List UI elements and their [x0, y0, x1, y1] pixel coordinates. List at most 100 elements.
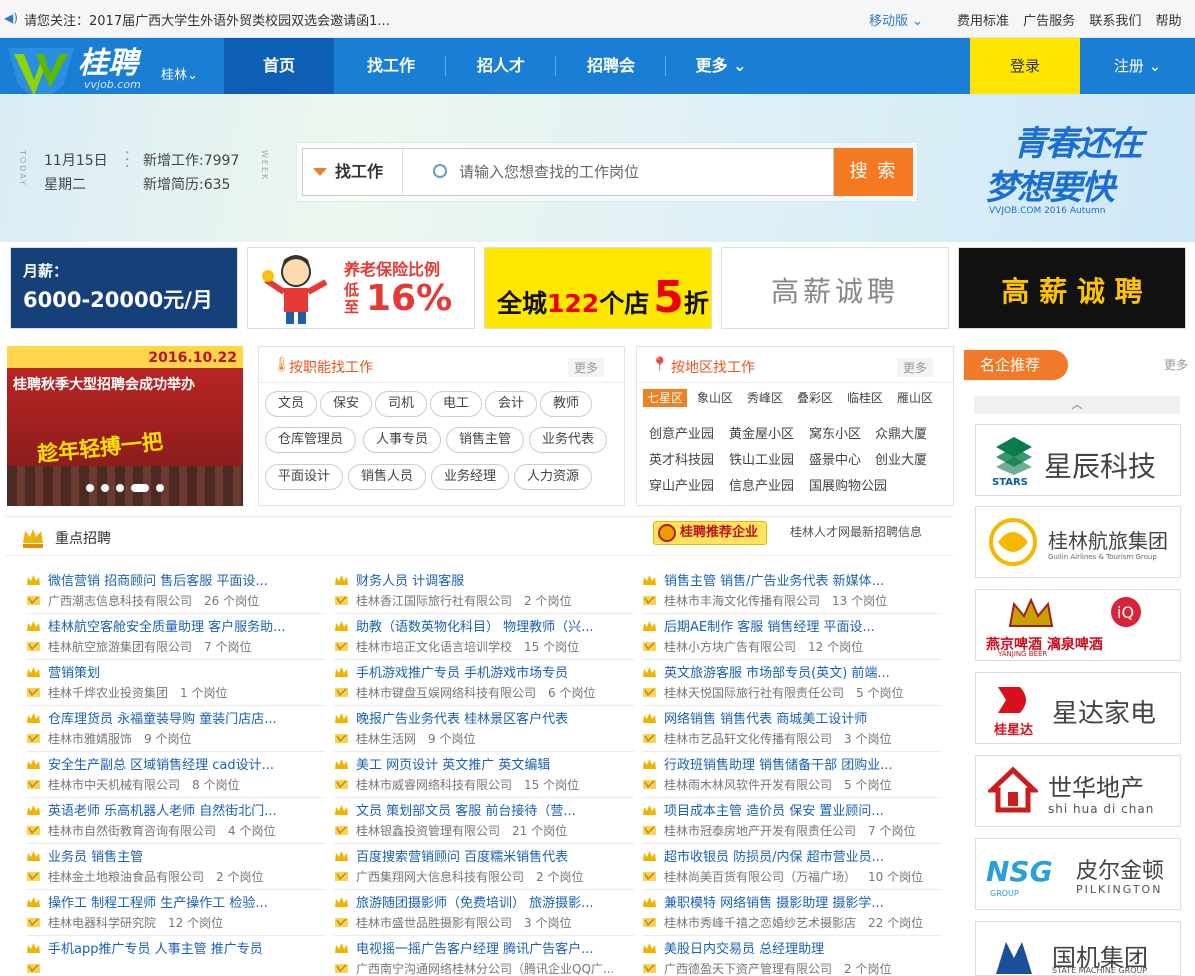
job-titles[interactable]: 营销策划 — [48, 662, 328, 681]
job-titles[interactable]: 行政班销售助理 销售储备干部 团购业... — [664, 754, 944, 773]
job-titles[interactable]: 手机app推广专员 人事主管 推广专员 — [48, 938, 328, 957]
job-titles[interactable]: 业务员 销售主管 — [48, 846, 328, 865]
company-name[interactable]: 广西潮志信息科技有限公司 — [48, 594, 192, 608]
pricing-link[interactable]: 费用标准 — [957, 14, 1009, 29]
function-tag[interactable]: 业务经理 — [431, 464, 510, 490]
scroll-up-icon[interactable]: ︿ — [974, 396, 1180, 414]
place-link[interactable]: 穿山产业园 — [649, 475, 714, 494]
company-name[interactable]: 桂林市培正文化语言培训学校 — [356, 640, 512, 654]
job-item[interactable]: 微信营销 招商顾问 售后客服 平面设... 广西潮志信息科技有限公司 26 个岗位 — [26, 568, 326, 614]
place-link[interactable]: 创意产业园 — [649, 423, 714, 442]
job-item[interactable]: 业务员 销售主管 桂林金土地粮油食品有限公司 2 个岗位 — [26, 844, 326, 890]
company-name[interactable]: 广西南宁沟通网络桂林分公司（腾讯企业QQ广... — [356, 962, 614, 976]
job-titles[interactable]: 仓库理货员 永福童装导购 童装门店店... — [48, 708, 328, 727]
function-tag[interactable]: 销售人员 — [348, 464, 427, 490]
job-titles[interactable]: 旅游随团摄影师（免费培训） 旅游摄影... — [356, 892, 636, 911]
company-name[interactable]: 桂林金土地粮油食品有限公司 — [48, 870, 204, 884]
ad-salary[interactable]: 月薪： 6000-20000元/月 — [10, 247, 238, 329]
job-item[interactable]: 美股日内交易员 总经理助理 广西德盈天下资产管理有限公司 2 个岗位 — [642, 936, 942, 976]
login-button[interactable]: 登录 — [970, 38, 1080, 94]
search-type-select[interactable]: 找工作 — [302, 148, 402, 196]
job-item[interactable]: 手机app推广专员 人事主管 推广专员 — [26, 936, 326, 976]
job-item[interactable]: 旅游随团摄影师（免费培训） 旅游摄影... 桂林市盛世品胜摄影有限公司 3 个岗位 — [334, 890, 634, 936]
company-name[interactable]: 桂林电器科学研究院 — [48, 916, 156, 930]
company-name[interactable]: 桂林银鑫投资管理有限公司 — [356, 824, 500, 838]
job-item[interactable]: 财务人员 计调客服 桂林香江国际旅行社有限公司 2 个岗位 — [334, 568, 634, 614]
job-titles[interactable]: 桂林航空客舱安全质量助理 客户服务助... — [48, 616, 328, 635]
nav-job-fair[interactable]: 招聘会 — [556, 38, 666, 94]
job-item[interactable]: 营销策划 桂林千烨农业投资集团 1 个岗位 — [26, 660, 326, 706]
ad-pension[interactable]: 养老保险比例 低至 16% — [247, 247, 475, 329]
district-tab[interactable]: 秀峰区 — [743, 389, 787, 407]
company-name[interactable]: 桂林市艺品轩文化传播有限公司 — [664, 732, 832, 746]
job-titles[interactable]: 文员 策划部文员 客服 前台接待（营... — [356, 800, 636, 819]
function-tag[interactable]: 保安 — [320, 391, 373, 417]
company-name[interactable]: 桂林市冠泰房地产开发有限责任公司 — [664, 824, 856, 838]
function-tag[interactable]: 业务代表 — [529, 427, 608, 453]
job-item[interactable]: 项目成本主管 造价员 保安 置业顾问... 桂林市冠泰房地产开发有限责任公司 7 个… — [642, 798, 942, 844]
company-name[interactable]: 桂林市自然街教育咨询有限公司 — [48, 824, 216, 838]
function-tag[interactable]: 销售主管 — [446, 427, 525, 453]
function-tag[interactable]: 仓库管理员 — [265, 427, 357, 453]
mobile-version-link[interactable]: 移动版 ⌄ — [869, 10, 923, 29]
company-name[interactable]: 桂林尚美百货有限公司（万福广场） — [664, 870, 856, 884]
company-name[interactable]: 桂林小方块广告有限公司 — [664, 640, 796, 654]
function-tag[interactable]: 文员 — [265, 391, 318, 417]
company-name[interactable]: 桂林生活网 — [356, 732, 416, 746]
job-item[interactable]: 仓库理货员 永福童装导购 童装门店店... 桂林市雅婧服饰 9 个岗位 — [26, 706, 326, 752]
help-link[interactable]: 帮助 — [1155, 14, 1181, 29]
job-item[interactable]: 安全生产副总 区域销售经理 cad设计... 桂林市中天机械有限公司 8 个岗位 — [26, 752, 326, 798]
job-titles[interactable]: 手机游戏推广专员 手机游戏市场专员 — [356, 662, 636, 681]
company-logo-stars[interactable]: STARS 星辰科技 — [975, 424, 1181, 496]
search-button[interactable]: 搜 索 — [834, 148, 913, 196]
company-logo-xingda[interactable]: 桂星达 星达家电 — [975, 672, 1181, 744]
nav-find-talent[interactable]: 招人才 — [446, 38, 556, 94]
job-titles[interactable]: 电视摇一摇广告客户经理 腾讯广告客户... — [356, 938, 636, 957]
job-item[interactable]: 手机游戏推广专员 手机游戏市场专员 桂林市键盘互娱网络科技有限公司 6 个岗位 — [334, 660, 634, 706]
slide-dot-active[interactable] — [131, 484, 149, 492]
company-name[interactable]: 桂林市丰海文化传播有限公司 — [664, 594, 820, 608]
company-name[interactable]: 桂林雨木林风软件开发有限公司 — [664, 778, 832, 792]
job-item[interactable]: 操作工 制程工程师 生产操作工 检验... 桂林电器科学研究院 12 个岗位 — [26, 890, 326, 936]
job-titles[interactable]: 网络销售 销售代表 商城美工设计师 — [664, 708, 944, 727]
ad-discount[interactable]: 全城122个店5折 — [484, 247, 712, 329]
slide-dot[interactable] — [116, 484, 124, 492]
ad-high-salary-white[interactable]: 高薪诚聘 — [721, 247, 949, 329]
company-name[interactable]: 桂林市威睿网络科技有限公司 — [356, 778, 512, 792]
nav-find-job[interactable]: 找工作 — [336, 38, 446, 94]
job-titles[interactable]: 超市收银员 防损员/内保 超市营业员... — [664, 846, 944, 865]
company-name[interactable]: 广西集翔网大信息科技有限公司 — [356, 870, 524, 884]
slide-dot[interactable] — [101, 484, 109, 492]
job-item[interactable]: 助教（语数英物化科目） 物理教师（兴... 桂林市培正文化语言培训学校 15 个岗位 — [334, 614, 634, 660]
place-link[interactable]: 盛景中心 — [809, 449, 861, 468]
job-titles[interactable]: 晚报广告业务代表 桂林景区客户代表 — [356, 708, 636, 727]
job-titles[interactable]: 操作工 制程工程师 生产操作工 检验... — [48, 892, 328, 911]
job-item[interactable]: 英文旅游客服 市场部专员(英文) 前端... 桂林天悦国际旅行社有限责任公司 5 个… — [642, 660, 942, 706]
job-titles[interactable]: 财务人员 计调客服 — [356, 570, 636, 589]
slide-dot[interactable] — [156, 484, 164, 492]
company-name[interactable]: 广西德盈天下资产管理有限公司 — [664, 962, 832, 976]
job-titles[interactable]: 英文旅游客服 市场部专员(英文) 前端... — [664, 662, 944, 681]
job-titles[interactable]: 微信营销 招商顾问 售后客服 平面设... — [48, 570, 328, 589]
job-titles[interactable]: 助教（语数英物化科目） 物理教师（兴... — [356, 616, 636, 635]
area-more-link[interactable]: 更多 — [896, 358, 933, 377]
place-link[interactable]: 国展购物公园 — [809, 475, 887, 494]
function-tag[interactable]: 教师 — [540, 391, 593, 417]
recommended-badge[interactable]: 桂聘推荐企业 — [653, 521, 767, 545]
function-tag[interactable]: 电工 — [430, 391, 483, 417]
company-logo-pilkington[interactable]: NSG GROUP 皮尔金顿 PILKINGTON — [975, 838, 1181, 910]
nav-home[interactable]: 首页 — [224, 38, 334, 94]
function-tag[interactable]: 人事专员 — [363, 427, 442, 453]
district-tab[interactable]: 象山区 — [693, 389, 737, 407]
ad-high-salary-black[interactable]: 高 薪 诚 聘 — [958, 247, 1186, 329]
district-tab[interactable]: 临桂区 — [843, 389, 887, 407]
job-item[interactable]: 行政班销售助理 销售储备干部 团购业... 桂林雨木林风软件开发有限公司 5 个岗位 — [642, 752, 942, 798]
company-logo-yanjing[interactable]: iQ 燕京啤酒 漓泉啤酒 YANJING BEER — [975, 589, 1181, 661]
job-titles[interactable]: 后期AE制作 客服 销售经理 平面设... — [664, 616, 944, 635]
company-name[interactable]: 桂林香江国际旅行社有限公司 — [356, 594, 512, 608]
company-name[interactable]: 桂林天悦国际旅行社有限责任公司 — [664, 686, 844, 700]
place-link[interactable]: 铁山工业园 — [729, 449, 794, 468]
job-item[interactable]: 美工 网页设计 英文推广 英文编辑 桂林市威睿网络科技有限公司 15 个岗位 — [334, 752, 634, 798]
city-selector[interactable]: 桂林⌄ — [161, 64, 198, 83]
function-tag[interactable]: 平面设计 — [265, 464, 344, 490]
